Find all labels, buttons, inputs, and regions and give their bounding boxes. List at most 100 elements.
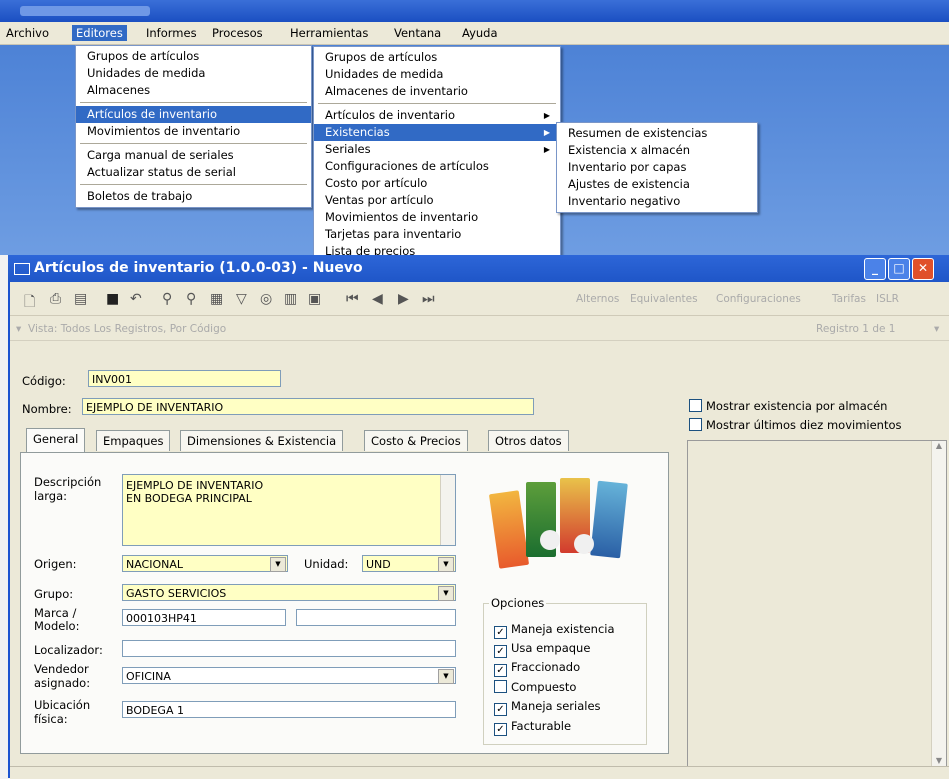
menu1-item-almacenes[interactable]: Almacenes bbox=[76, 82, 311, 99]
preview-icon[interactable]: ▤ bbox=[74, 291, 87, 307]
menu3-item-inventario-negativo[interactable]: Inventario negativo bbox=[557, 193, 757, 210]
nombre-field[interactable]: EJEMPLO DE INVENTARIO bbox=[82, 398, 534, 415]
menu-informes[interactable]: Informes bbox=[142, 25, 201, 41]
find-icon[interactable]: ⚲ bbox=[162, 291, 172, 307]
first-record-icon[interactable]: ⏮ bbox=[346, 291, 359, 307]
calendar-icon[interactable]: ▦ bbox=[210, 291, 223, 307]
new-icon[interactable]: 🗋 bbox=[24, 291, 35, 315]
vendedor-label-line2: asignado: bbox=[34, 676, 91, 690]
menu1-item-actualizar-status[interactable]: Actualizar status de serial bbox=[76, 164, 311, 181]
scroll-up-icon[interactable]: ▲ bbox=[932, 441, 946, 450]
menu-separator bbox=[80, 143, 307, 144]
scroll-down-icon[interactable]: ▼ bbox=[932, 756, 946, 765]
maneja-existencia-checkbox[interactable]: ✓ Maneja existencia bbox=[494, 622, 615, 639]
mostrar-existencia-checkbox[interactable]: Mostrar existencia por almacén bbox=[689, 399, 887, 413]
fraccionado-label: Fraccionado bbox=[511, 660, 581, 674]
toolbar-link-alternos[interactable]: Alternos bbox=[576, 293, 619, 305]
tab-general[interactable]: General bbox=[26, 428, 86, 452]
descripcion-scrollbar[interactable] bbox=[440, 475, 455, 545]
menu2-item-articulos-label: Artículos de inventario bbox=[325, 108, 455, 122]
camera-icon[interactable]: ▣ bbox=[308, 291, 321, 307]
toolbar-link-tarifas[interactable]: Tarifas bbox=[832, 293, 866, 305]
facturable-checkbox[interactable]: ✓ Facturable bbox=[494, 719, 571, 736]
undo-icon[interactable]: ↶ bbox=[130, 291, 142, 307]
toolbar-link-equivalentes[interactable]: Equivalentes bbox=[630, 293, 698, 305]
minimize-button[interactable]: _ bbox=[864, 258, 886, 280]
maximize-button[interactable]: □ bbox=[888, 258, 910, 280]
maneja-seriales-checkbox[interactable]: ✓ Maneja seriales bbox=[494, 699, 601, 716]
menu1-item-articulos[interactable]: Artículos de inventario bbox=[76, 106, 311, 123]
menu2-item-movimientos[interactable]: Movimientos de inventario bbox=[314, 209, 560, 226]
view-dropdown-icon[interactable]: ▾ bbox=[16, 323, 21, 335]
search-icon[interactable]: ◎ bbox=[260, 291, 272, 307]
menu2-item-tarjetas[interactable]: Tarjetas para inventario bbox=[314, 226, 560, 243]
menu-ayuda[interactable]: Ayuda bbox=[458, 25, 502, 41]
menu1-item-movimientos[interactable]: Movimientos de inventario bbox=[76, 123, 311, 140]
menu2-item-costo[interactable]: Costo por artículo bbox=[314, 175, 560, 192]
chevron-down-icon[interactable]: ▼ bbox=[270, 557, 286, 572]
submenu-arrow-icon: ▶ bbox=[543, 111, 550, 120]
menu2-item-almacenes[interactable]: Almacenes de inventario bbox=[314, 83, 560, 100]
filter-icon[interactable]: ▽ bbox=[236, 291, 247, 307]
compuesto-checkbox[interactable]: Compuesto bbox=[494, 680, 576, 694]
toolbar-link-configuraciones[interactable]: Configuraciones bbox=[716, 293, 801, 305]
ubicacion-field[interactable]: BODEGA 1 bbox=[122, 701, 456, 718]
chevron-down-icon[interactable]: ▼ bbox=[438, 669, 454, 684]
tab-dimensiones[interactable]: Dimensiones & Existencia bbox=[180, 430, 344, 451]
menu2-item-configuraciones[interactable]: Configuraciones de artículos bbox=[314, 158, 560, 175]
menu3-item-existencia-almacen[interactable]: Existencia x almacén bbox=[557, 142, 757, 159]
mostrar-movimientos-label: Mostrar últimos diez movimientos bbox=[706, 418, 902, 432]
menu-archivo[interactable]: Archivo bbox=[2, 25, 53, 41]
find-next-icon[interactable]: ⚲ bbox=[186, 291, 196, 307]
movements-scrollbar[interactable]: ▲ ▼ bbox=[931, 441, 946, 767]
menu2-item-seriales[interactable]: Seriales ▶ bbox=[314, 141, 560, 158]
menu3-item-ajustes[interactable]: Ajustes de existencia bbox=[557, 176, 757, 193]
record-dropdown-icon[interactable]: ▾ bbox=[934, 323, 939, 335]
menu-procesos[interactable]: Procesos bbox=[208, 25, 267, 41]
origen-value: NACIONAL bbox=[126, 558, 184, 571]
vendedor-select[interactable]: OFICINA ▼ bbox=[122, 667, 456, 684]
modelo-field[interactable] bbox=[296, 609, 456, 626]
menu2-item-articulos[interactable]: Artículos de inventario ▶ bbox=[314, 107, 560, 124]
marca-label-line2: Modelo: bbox=[34, 619, 80, 633]
menu1-item-grupos[interactable]: Grupos de artículos bbox=[76, 48, 311, 65]
menu2-item-ventas[interactable]: Ventas por artículo bbox=[314, 192, 560, 209]
usa-empaque-checkbox[interactable]: ✓ Usa empaque bbox=[494, 641, 590, 658]
marca-field[interactable]: 000103HP41 bbox=[122, 609, 286, 626]
view-label[interactable]: Vista: Todos Los Registros, Por Código bbox=[28, 323, 226, 335]
last-record-icon[interactable]: ⏭ bbox=[422, 291, 435, 307]
unidad-select[interactable]: UND ▼ bbox=[362, 555, 456, 572]
chevron-down-icon[interactable]: ▼ bbox=[438, 586, 454, 601]
next-record-icon[interactable]: ▶ bbox=[398, 291, 409, 307]
tab-costo-precios[interactable]: Costo & Precios bbox=[364, 430, 468, 451]
menu1-item-unidades[interactable]: Unidades de medida bbox=[76, 65, 311, 82]
menu-separator bbox=[80, 184, 307, 185]
menu-ventana[interactable]: Ventana bbox=[390, 25, 445, 41]
tab-otros-datos[interactable]: Otros datos bbox=[488, 430, 569, 451]
chevron-down-icon[interactable]: ▼ bbox=[438, 557, 454, 572]
menu2-item-grupos[interactable]: Grupos de artículos bbox=[314, 49, 560, 66]
fraccionado-checkbox[interactable]: ✓ Fraccionado bbox=[494, 660, 580, 677]
grid-icon[interactable]: ▥ bbox=[284, 291, 297, 307]
menu2-item-existencias[interactable]: Existencias ▶ bbox=[314, 124, 560, 141]
menu-editores[interactable]: Editores bbox=[72, 25, 127, 41]
origen-select[interactable]: NACIONAL ▼ bbox=[122, 555, 288, 572]
menu1-item-carga-seriales[interactable]: Carga manual de seriales bbox=[76, 147, 311, 164]
tab-empaques[interactable]: Empaques bbox=[96, 430, 171, 451]
menu-herramientas[interactable]: Herramientas bbox=[286, 25, 372, 41]
print-icon[interactable]: ⎙ bbox=[50, 291, 61, 307]
codigo-field[interactable]: INV001 bbox=[88, 370, 281, 387]
previous-record-icon[interactable]: ◀ bbox=[372, 291, 383, 307]
menu1-item-boletos[interactable]: Boletos de trabajo bbox=[76, 188, 311, 205]
toolbar-link-islr[interactable]: ISLR bbox=[876, 293, 899, 305]
menu3-item-inventario-capas[interactable]: Inventario por capas bbox=[557, 159, 757, 176]
menu3-item-resumen[interactable]: Resumen de existencias bbox=[557, 125, 757, 142]
menu2-item-unidades[interactable]: Unidades de medida bbox=[314, 66, 560, 83]
close-button[interactable]: ✕ bbox=[912, 258, 934, 280]
save-icon[interactable]: ■ bbox=[106, 291, 119, 307]
descripcion-textarea[interactable]: EJEMPLO DE INVENTARIO EN BODEGA PRINCIPA… bbox=[122, 474, 456, 546]
grupo-label: Grupo: bbox=[34, 587, 74, 601]
grupo-select[interactable]: GASTO SERVICIOS ▼ bbox=[122, 584, 456, 601]
localizador-field[interactable] bbox=[122, 640, 456, 657]
mostrar-movimientos-checkbox[interactable]: Mostrar últimos diez movimientos bbox=[689, 418, 902, 432]
